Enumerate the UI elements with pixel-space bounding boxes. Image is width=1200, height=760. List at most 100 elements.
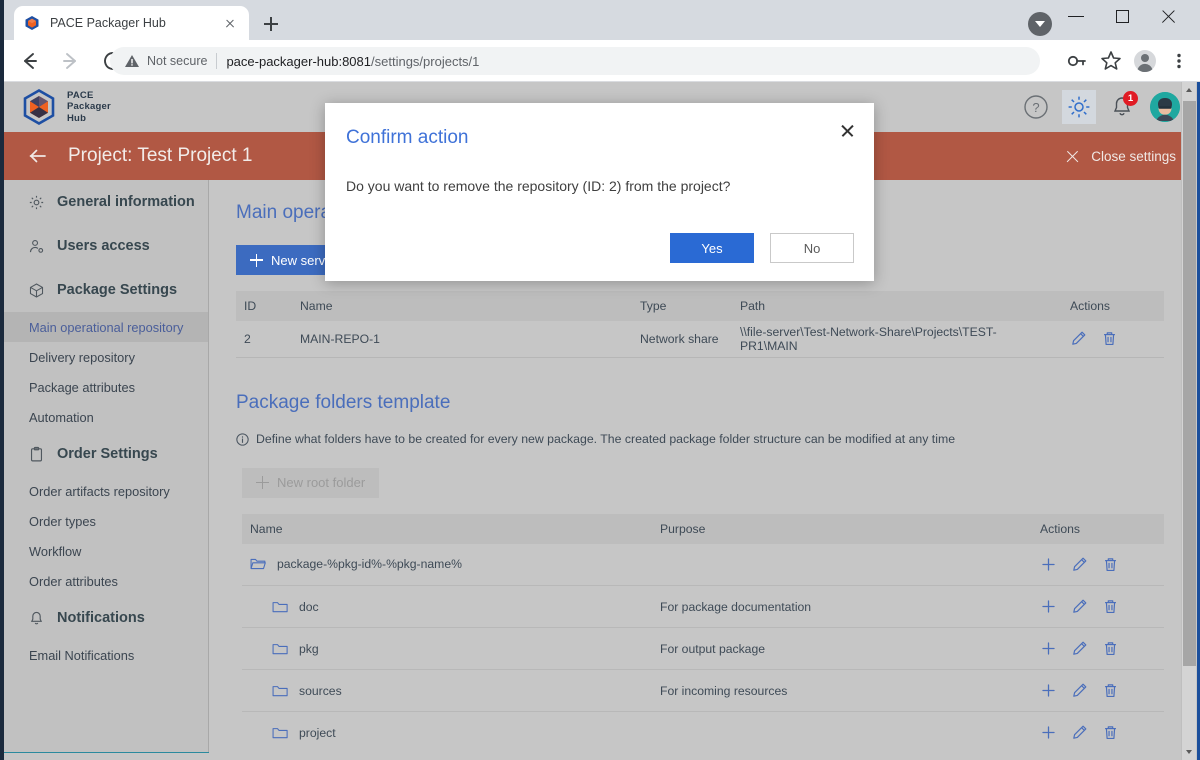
window-close-button[interactable] bbox=[1146, 0, 1192, 32]
scroll-down-arrow-icon[interactable] bbox=[1182, 743, 1196, 760]
help-icon[interactable]: ? bbox=[1019, 90, 1053, 124]
trash-icon[interactable] bbox=[1102, 598, 1119, 615]
star-icon[interactable] bbox=[1096, 46, 1126, 76]
close-settings-button[interactable]: Close settings bbox=[1065, 132, 1176, 180]
address-bar[interactable]: Not secure pace-packager-hub:8081/settin… bbox=[110, 47, 1040, 75]
back-arrow-icon[interactable] bbox=[28, 146, 48, 166]
back-arrow-icon[interactable] bbox=[12, 44, 46, 78]
user-avatar-icon bbox=[1150, 92, 1180, 122]
pencil-icon[interactable] bbox=[1071, 598, 1088, 615]
table-row[interactable]: project bbox=[242, 711, 1164, 753]
sidebar-item-order-types[interactable]: Order types bbox=[4, 506, 208, 536]
window-maximize-button[interactable] bbox=[1100, 0, 1146, 32]
package-cube-icon bbox=[28, 282, 45, 299]
sidebar-group-label: General information bbox=[57, 194, 195, 210]
table-row[interactable]: sources For incoming resources bbox=[242, 669, 1164, 712]
dialog-actions: Yes No bbox=[670, 233, 854, 263]
gear-icon[interactable] bbox=[1062, 90, 1096, 124]
column-header-name: Name bbox=[242, 513, 652, 544]
brand-line-2: Packager bbox=[67, 101, 111, 113]
folder-name: project bbox=[299, 725, 336, 740]
browser-tab[interactable]: PACE Packager Hub bbox=[14, 6, 249, 40]
folder-icon bbox=[272, 726, 288, 740]
sidebar-item-main-operational-repository[interactable]: Main operational repository bbox=[4, 312, 208, 342]
url-host: pace-packager-hub:8081 bbox=[226, 53, 372, 69]
column-header-name: Name bbox=[292, 291, 632, 321]
table-row[interactable]: pkg For output package bbox=[242, 627, 1164, 670]
sidebar-item-package-settings[interactable]: Package Settings bbox=[4, 268, 208, 312]
confirm-no-button[interactable]: No bbox=[770, 233, 854, 263]
avatar[interactable] bbox=[1148, 90, 1182, 124]
key-icon[interactable] bbox=[1062, 46, 1092, 76]
dialog-close-button[interactable] bbox=[833, 117, 861, 145]
sidebar-item-delivery-repository[interactable]: Delivery repository bbox=[4, 342, 208, 372]
sidebar-item-package-attributes[interactable]: Package attributes bbox=[4, 372, 208, 402]
folder-icon bbox=[272, 642, 288, 656]
trash-icon[interactable] bbox=[1102, 724, 1119, 741]
pencil-icon[interactable] bbox=[1070, 330, 1087, 347]
vertical-scrollbar[interactable] bbox=[1181, 82, 1196, 760]
close-settings-label: Close settings bbox=[1091, 148, 1176, 164]
sidebar-item-order-attributes[interactable]: Order attributes bbox=[4, 566, 208, 596]
pencil-icon[interactable] bbox=[1071, 640, 1088, 657]
brand-text: PACE Packager Hub bbox=[67, 90, 111, 125]
column-header-purpose: Purpose bbox=[652, 513, 1032, 544]
trash-icon[interactable] bbox=[1102, 682, 1119, 699]
sidebar-item-email-notifications[interactable]: Email Notifications bbox=[4, 640, 208, 670]
three-dot-menu-icon[interactable] bbox=[1164, 46, 1194, 76]
sidebar-item-automation[interactable]: Automation bbox=[4, 402, 208, 432]
clipboard-icon bbox=[28, 446, 45, 463]
gear-icon bbox=[28, 194, 45, 211]
sidebar-item-notifications[interactable]: Notifications bbox=[4, 596, 208, 640]
plus-icon[interactable] bbox=[1040, 724, 1057, 741]
scrollbar-thumb[interactable] bbox=[1183, 101, 1196, 666]
sidebar-item-workflow[interactable]: Workflow bbox=[4, 536, 208, 566]
info-circle-icon bbox=[236, 432, 249, 446]
cell-actions bbox=[1062, 321, 1164, 358]
scroll-up-arrow-icon[interactable] bbox=[1182, 82, 1196, 99]
person-avatar-icon[interactable] bbox=[1130, 46, 1160, 76]
sidebar-group-label: Notifications bbox=[57, 610, 145, 626]
svg-text:?: ? bbox=[1032, 100, 1039, 115]
chevron-down-icon[interactable] bbox=[1028, 12, 1052, 36]
new-root-folder-button[interactable]: New root folder bbox=[242, 467, 380, 498]
cell-name: doc bbox=[242, 585, 652, 628]
tab-close-icon[interactable] bbox=[221, 14, 239, 32]
trash-icon[interactable] bbox=[1101, 330, 1118, 347]
close-icon bbox=[1065, 149, 1080, 164]
pencil-icon[interactable] bbox=[1071, 724, 1088, 741]
app-header-actions: ? 1 bbox=[1019, 90, 1182, 124]
plus-icon[interactable] bbox=[1040, 598, 1057, 615]
plus-icon[interactable] bbox=[1040, 556, 1057, 573]
sidebar-item-general-information[interactable]: General information bbox=[4, 180, 208, 224]
plus-icon[interactable] bbox=[1040, 640, 1057, 657]
plus-icon[interactable] bbox=[1040, 682, 1057, 699]
folder-name: doc bbox=[299, 599, 319, 614]
plus-icon bbox=[250, 253, 263, 267]
cell-name: project bbox=[242, 711, 652, 753]
table-row[interactable]: doc For package documentation bbox=[242, 585, 1164, 628]
folder-name: package-%pkg-id%-%pkg-name% bbox=[277, 557, 462, 572]
sidebar-item-order-settings[interactable]: Order Settings bbox=[4, 432, 208, 476]
confirm-yes-button[interactable]: Yes bbox=[670, 233, 754, 263]
trash-icon[interactable] bbox=[1102, 556, 1119, 573]
cell-name: package-%pkg-id%-%pkg-name% bbox=[242, 543, 652, 586]
pencil-icon[interactable] bbox=[1071, 682, 1088, 699]
table-row[interactable]: package-%pkg-id%-%pkg-name% bbox=[242, 543, 1164, 586]
dialog-title: Confirm action bbox=[346, 127, 469, 148]
bell-icon bbox=[28, 610, 45, 627]
window-minimize-button[interactable] bbox=[1054, 0, 1100, 32]
trash-icon[interactable] bbox=[1102, 640, 1119, 657]
brand[interactable]: PACE Packager Hub bbox=[22, 89, 111, 125]
sidebar-item-order-artifacts-repository[interactable]: Order artifacts repository bbox=[4, 476, 208, 506]
new-tab-button[interactable] bbox=[258, 11, 284, 37]
bell-icon[interactable]: 1 bbox=[1105, 90, 1139, 124]
column-header-path: Path bbox=[732, 291, 1062, 321]
folder-icon bbox=[272, 684, 288, 698]
sidebar-item-users-access[interactable]: Users access bbox=[4, 224, 208, 268]
sidebar-group-label: Users access bbox=[57, 238, 150, 254]
pencil-icon[interactable] bbox=[1071, 556, 1088, 573]
forward-arrow-icon bbox=[54, 44, 88, 78]
table-row[interactable]: 2 MAIN-REPO-1 Network share \\file-serve… bbox=[236, 321, 1164, 358]
url-path: /settings/projects/1 bbox=[371, 53, 480, 69]
